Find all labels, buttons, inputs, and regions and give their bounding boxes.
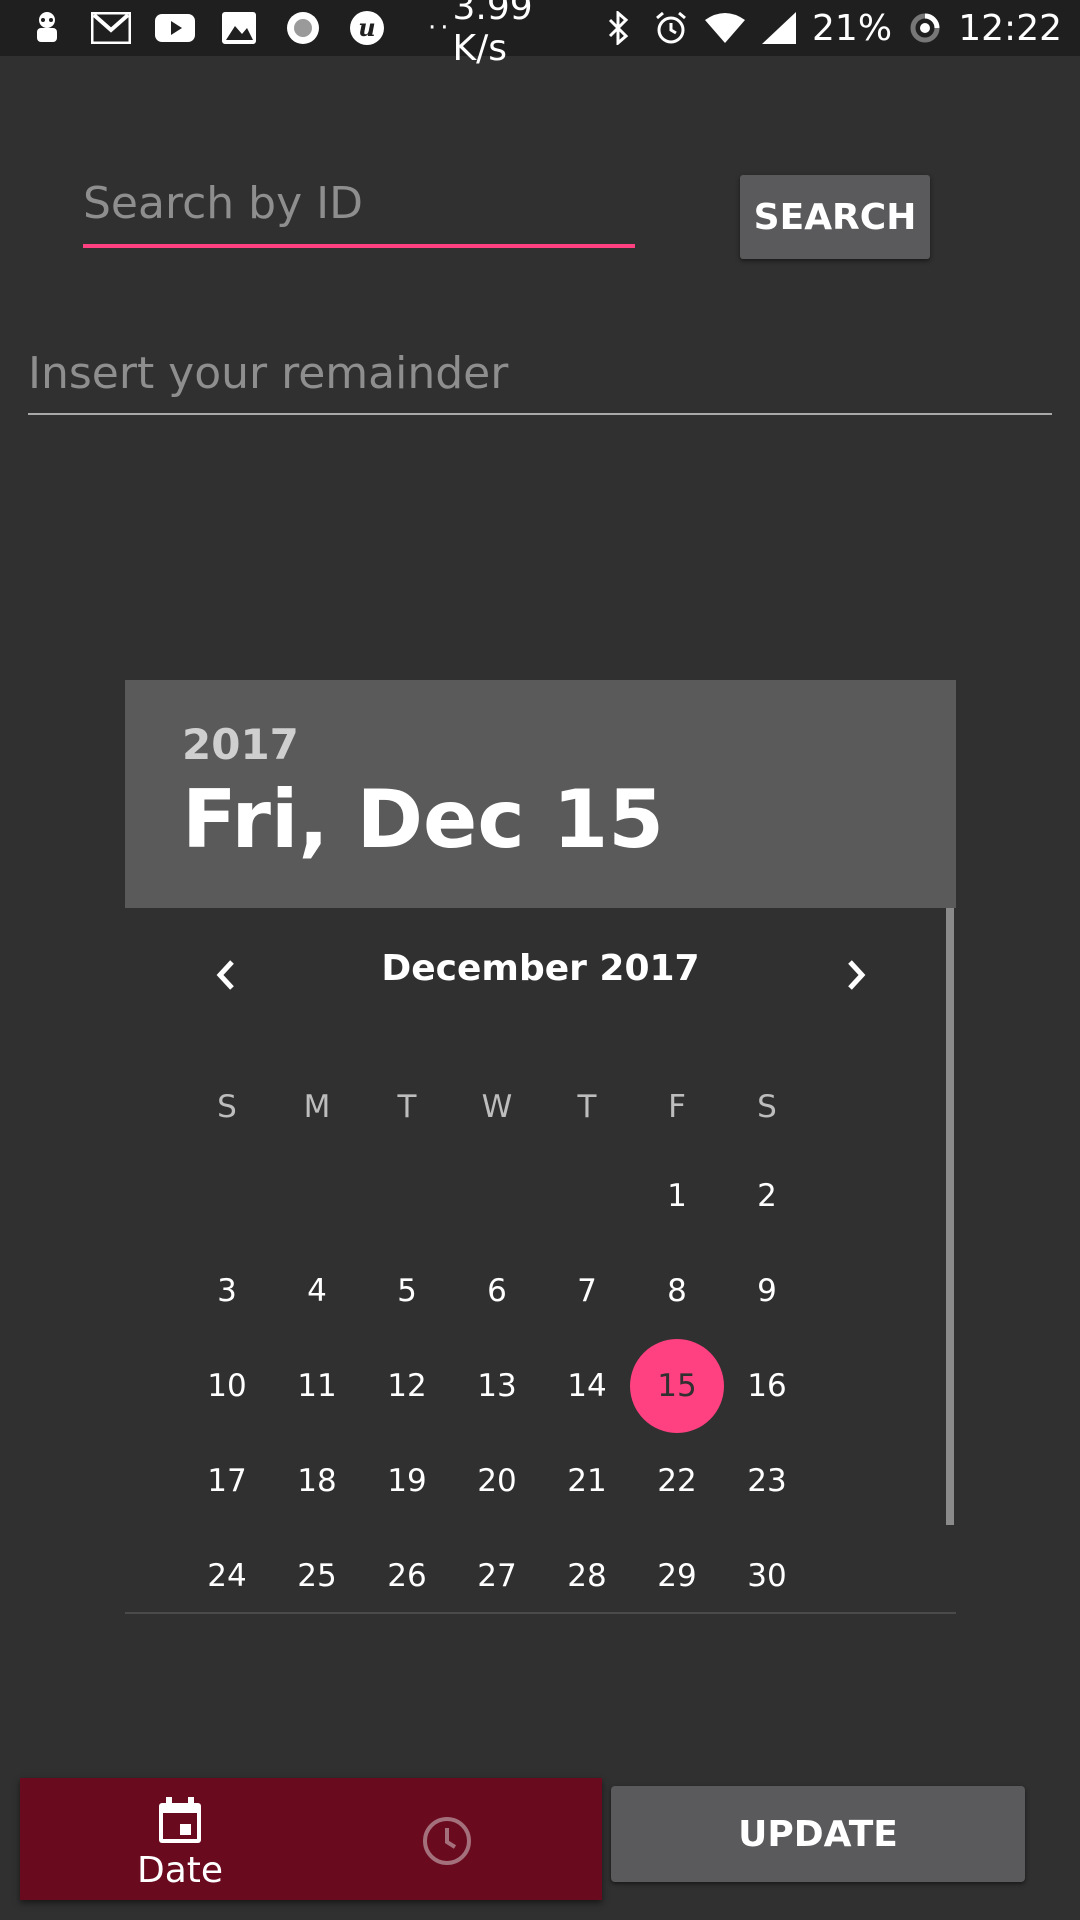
date-picker-header: 2017 Fri, Dec 15 [125, 680, 956, 908]
day-cell[interactable]: 14 [542, 1356, 632, 1416]
day-cell-selected[interactable]: 15 [630, 1339, 724, 1433]
day-cell[interactable]: 21 [542, 1451, 632, 1511]
weekday-label: S [757, 1089, 777, 1125]
day-cell[interactable]: 1 [632, 1166, 722, 1226]
weekday-label: W [481, 1089, 513, 1125]
network-speed: 3.99 K/s [452, 0, 533, 69]
day-cell-empty [362, 1166, 452, 1226]
status-bar: u ·· 3.99 K/s 21% 12:22 [0, 0, 1080, 69]
record-icon [282, 7, 324, 49]
day-cell[interactable]: 2 [722, 1166, 812, 1226]
notification-bot-icon [26, 7, 68, 49]
weekday-header: S M T W T F S [182, 1077, 812, 1137]
weekday-label: T [397, 1089, 417, 1125]
calendar-week: 1 2 [182, 1166, 812, 1226]
day-cell[interactable]: 18 [272, 1451, 362, 1511]
search-button[interactable]: SEARCH [740, 175, 930, 259]
tab-date-label: Date [136, 1850, 224, 1891]
calendar-icon [159, 1797, 201, 1843]
day-cell[interactable]: 25 [272, 1546, 362, 1606]
day-cell[interactable]: 6 [452, 1261, 542, 1321]
day-cell[interactable]: 26 [362, 1546, 452, 1606]
day-cell[interactable]: 7 [542, 1261, 632, 1321]
day-cell[interactable]: 19 [362, 1451, 452, 1511]
update-button[interactable]: UPDATE [611, 1786, 1025, 1882]
tab-date[interactable]: Date [110, 1796, 250, 1896]
day-cell[interactable]: 3 [182, 1261, 272, 1321]
notification-icons: u ·· [26, 7, 453, 49]
day-cell[interactable]: 11 [272, 1356, 362, 1416]
calendar-week: 17 18 19 20 21 22 23 [182, 1451, 812, 1511]
clock-icon [423, 1817, 471, 1865]
calendar-scrollbar[interactable] [946, 908, 954, 1525]
picker-year[interactable]: 2017 [182, 720, 299, 769]
day-cell[interactable]: 20 [452, 1451, 542, 1511]
day-cell-empty [182, 1166, 272, 1226]
day-cell[interactable]: 30 [722, 1546, 812, 1606]
day-cell[interactable]: 29 [632, 1546, 722, 1606]
alarm-icon [652, 7, 690, 49]
day-cell[interactable]: 8 [632, 1261, 722, 1321]
day-cell[interactable]: 17 [182, 1451, 272, 1511]
date-time-tab-bar: Date [20, 1778, 602, 1900]
picker-divider [125, 1612, 956, 1614]
weekday-label: T [577, 1089, 597, 1125]
u-app-icon: u [346, 7, 388, 49]
clock: 12:22 [958, 7, 1062, 49]
picker-selected-date[interactable]: Fri, Dec 15 [182, 773, 664, 866]
day-cell[interactable]: 28 [542, 1546, 632, 1606]
weekday-label: M [303, 1089, 331, 1125]
day-cell[interactable]: 16 [722, 1356, 812, 1416]
reminder-input[interactable] [28, 345, 1052, 415]
next-month-button[interactable] [829, 948, 883, 1002]
day-cell[interactable]: 23 [722, 1451, 812, 1511]
day-cell-empty [542, 1166, 632, 1226]
more-notifications-indicator: ·· [428, 13, 453, 43]
calendar-week: 24 25 26 27 28 29 30 [182, 1546, 812, 1606]
day-cell[interactable]: 4 [272, 1261, 362, 1321]
day-cell[interactable]: 9 [722, 1261, 812, 1321]
day-cell[interactable]: 5 [362, 1261, 452, 1321]
gmail-icon [90, 7, 132, 49]
youtube-icon [154, 7, 196, 49]
weekday-label: S [217, 1089, 237, 1125]
day-cell-empty [272, 1166, 362, 1226]
calendar-week: 3 4 5 6 7 8 9 [182, 1261, 812, 1321]
day-cell[interactable]: 24 [182, 1546, 272, 1606]
system-status: 3.99 K/s 21% 12:22 [453, 0, 1062, 69]
signal-icon [760, 7, 798, 49]
day-cell[interactable]: 10 [182, 1356, 272, 1416]
date-picker: 2017 Fri, Dec 15 December 2017 S M T W T… [125, 680, 956, 1614]
day-cell-empty [452, 1166, 542, 1226]
weekday-label: F [668, 1089, 686, 1125]
battery-percent: 21% [812, 7, 893, 49]
search-input[interactable] [83, 176, 635, 248]
gallery-icon [218, 7, 260, 49]
calendar-week: 10 11 12 13 14 15 16 [182, 1339, 812, 1433]
month-navigation: December 2017 [125, 908, 946, 1038]
day-cell[interactable]: 22 [632, 1451, 722, 1511]
day-cell[interactable]: 13 [452, 1356, 542, 1416]
chevron-right-icon [848, 960, 866, 990]
battery-ring-icon [906, 7, 944, 49]
day-cell[interactable]: 27 [452, 1546, 542, 1606]
tab-time[interactable] [420, 1814, 474, 1868]
wifi-icon [704, 7, 746, 49]
bluetooth-icon [599, 7, 637, 49]
day-cell[interactable]: 12 [362, 1356, 452, 1416]
svg-text:u: u [358, 13, 375, 42]
